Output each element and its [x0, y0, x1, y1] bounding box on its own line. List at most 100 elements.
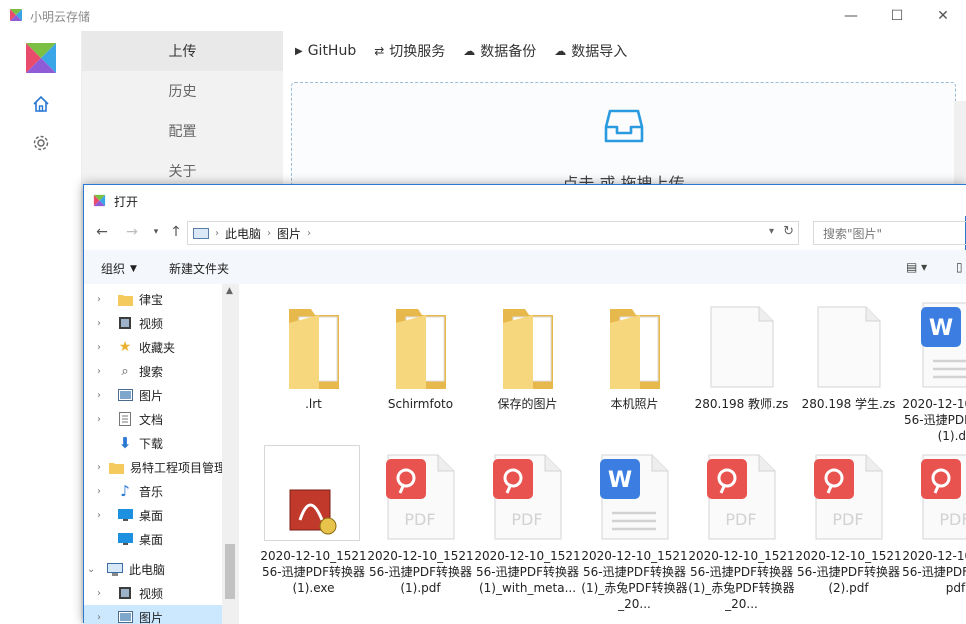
pdf-icon: PDF [913, 451, 966, 541]
chevron-down-icon[interactable]: ⌄ [87, 564, 99, 575]
view-options-icon[interactable]: ▤ ▾ [906, 260, 927, 274]
dialog-title: 打开 [114, 193, 138, 210]
chevron-right-icon: › [267, 228, 271, 239]
address-bar[interactable]: › 此电脑› 图片 › ▾ ↻ [187, 221, 799, 245]
chevron-right-icon: › [307, 228, 311, 239]
folder-item[interactable]: Schirmfoto [367, 292, 474, 452]
recent-dropdown-icon[interactable]: ▾ [146, 222, 166, 242]
tree-item[interactable]: ›视频 [84, 581, 222, 605]
chevron-right-icon[interactable]: › [97, 462, 101, 473]
tree-item[interactable]: ›图片 [84, 605, 222, 624]
github-button[interactable]: ▶ GitHub [295, 43, 356, 59]
chevron-right-icon[interactable]: › [97, 342, 109, 353]
svg-text:PDF: PDF [725, 510, 756, 529]
menu-item-history[interactable]: 历史 [82, 71, 283, 111]
breadcrumb-this-pc[interactable]: 此电脑› [225, 225, 271, 242]
navigation-bar: ← → ▾ ↑ › 此电脑› 图片 › ▾ ↻ 搜索"图片" [84, 216, 966, 250]
file-item[interactable]: PDF2020-12-10_152156-迅捷PDF转换器.pdf [902, 444, 966, 604]
tree-item[interactable]: ›律宝 [84, 287, 222, 311]
forward-icon[interactable]: → [122, 222, 142, 242]
tree-item[interactable]: ⬇下载 [84, 431, 222, 455]
maximize-button[interactable]: ☐ [874, 0, 920, 31]
tree-item[interactable]: ›★收藏夹 [84, 335, 222, 359]
chevron-right-icon[interactable]: › [97, 318, 109, 329]
tree-item-label: 文档 [139, 411, 163, 428]
file-item[interactable]: PDF2020-12-10_152156-迅捷PDF转换器 (1).pdf [367, 444, 474, 604]
chevron-right-icon[interactable]: › [97, 486, 109, 497]
svg-text:PDF: PDF [511, 510, 542, 529]
word-icon: W [592, 451, 678, 541]
menu-item-upload[interactable]: 上传 [82, 31, 283, 71]
backup-button[interactable]: ☁ 数据备份 [463, 41, 536, 61]
file-item[interactable]: W2020-12-10_152156-迅捷PDF转换器 (1).do [902, 292, 966, 452]
settings-icon[interactable] [31, 133, 51, 153]
chevron-right-icon[interactable]: › [97, 588, 109, 599]
tree-item[interactable]: ›易特工程项目管理 [84, 455, 222, 479]
chevron-right-icon[interactable]: › [97, 414, 109, 425]
command-bar: 组织 ▼ 新建文件夹 ▤ ▾ ▯ [84, 250, 966, 284]
switch-service-button[interactable]: ⇄ 切换服务 [374, 41, 445, 61]
tree-item[interactable]: › 文档 [84, 407, 222, 431]
home-icon[interactable] [31, 94, 51, 114]
chevron-right-icon[interactable]: › [97, 390, 109, 401]
tree-item[interactable]: ›⌕搜索 [84, 359, 222, 383]
file-item[interactable]: PDF 2020-12-10_152156-迅捷PDF转换器 (2).pdf [795, 444, 902, 604]
up-icon[interactable]: ↑ [166, 222, 186, 242]
chevron-right-icon[interactable]: › [97, 510, 109, 521]
folder-item[interactable]: .lrt [260, 292, 367, 452]
main-toolbar: ▶ GitHub ⇄ 切换服务 ☁ 数据备份 ☁ 数据导入 [283, 31, 633, 71]
file-item[interactable]: PDF2020-12-10_152156-迅捷PDF转换器 (1)_赤兔PDF转… [688, 444, 795, 604]
folder-icon [592, 299, 678, 389]
folder-item[interactable]: 本机照片 [581, 292, 688, 452]
tree-item-label: 视频 [139, 315, 163, 332]
chevron-right-icon[interactable]: › [97, 294, 109, 305]
file-name: 2020-12-10_152156-迅捷PDF转换器 (2).pdf [795, 548, 902, 596]
file-name: 本机照片 [581, 396, 688, 412]
menu-item-config[interactable]: 配置 [82, 111, 283, 151]
tree-item[interactable]: 桌面 [84, 527, 222, 551]
picture-icon [117, 387, 133, 403]
backup-label: 数据备份 [480, 41, 536, 61]
chevron-down-icon: ▼ [130, 264, 137, 274]
file-name: 保存的图片 [474, 396, 581, 412]
open-file-dialog: 打开 ← → ▾ ↑ › 此电脑› 图片 › ▾ ↻ 搜索"图片" 组织 ▼ 新建… [83, 184, 966, 623]
tree-item[interactable]: ⌄此电脑 [84, 557, 222, 581]
folder-item[interactable]: 保存的图片 [474, 292, 581, 452]
minimize-button[interactable]: — [828, 0, 874, 31]
tree-item[interactable]: ›图片 [84, 383, 222, 407]
refresh-icon[interactable]: ↻ [783, 224, 794, 239]
breadcrumb-pictures[interactable]: 图片 › [277, 225, 311, 242]
pdf-icon: PDF [806, 451, 892, 541]
file-item[interactable]: 280.198 学生.zs [795, 292, 902, 452]
tree-item[interactable]: › 视频 [84, 311, 222, 335]
import-label: 数据导入 [571, 41, 627, 61]
app-title: 小明云存储 [30, 8, 90, 25]
preview-pane-icon[interactable]: ▯ [956, 260, 963, 274]
file-item[interactable]: PDF2020-12-10_152156-迅捷PDF转换器 (1)_with_m… [474, 444, 581, 604]
tree-item[interactable]: ›桌面 [84, 503, 222, 527]
import-button[interactable]: ☁ 数据导入 [554, 41, 627, 61]
back-icon[interactable]: ← [92, 222, 112, 242]
pc-icon [193, 228, 209, 239]
address-dropdown-icon[interactable]: ▾ [769, 226, 774, 237]
tree-scroll-thumb[interactable] [225, 544, 235, 599]
close-button[interactable]: ✕ [920, 0, 966, 31]
file-name: 280.198 学生.zs [795, 396, 902, 412]
chevron-right-icon[interactable]: › [97, 612, 109, 623]
new-folder-button[interactable]: 新建文件夹 [169, 260, 229, 277]
inbox-icon [604, 107, 644, 145]
tree-scrollbar[interactable]: ▲ [222, 284, 239, 624]
brand-logo-icon [24, 41, 58, 75]
scroll-up-icon[interactable]: ▲ [226, 286, 233, 296]
organize-button[interactable]: 组织 ▼ [101, 260, 137, 277]
search-input[interactable]: 搜索"图片" [813, 221, 966, 245]
chevron-right-icon[interactable]: › [97, 366, 109, 377]
file-item[interactable]: W2020-12-10_152156-迅捷PDF转换器 (1)_赤兔PDF转换器… [581, 444, 688, 604]
file-item[interactable]: 280.198 教师.zs [688, 292, 795, 452]
pdf-icon: PDF [699, 451, 785, 541]
github-label: GitHub [308, 43, 357, 59]
tree-item[interactable]: ›♪音乐 [84, 479, 222, 503]
breadcrumb-pictures-label: 图片 [277, 225, 301, 242]
video-icon [117, 585, 133, 601]
file-item[interactable]: 2020-12-10_152156-迅捷PDF转换器 (1).exe [260, 444, 367, 604]
